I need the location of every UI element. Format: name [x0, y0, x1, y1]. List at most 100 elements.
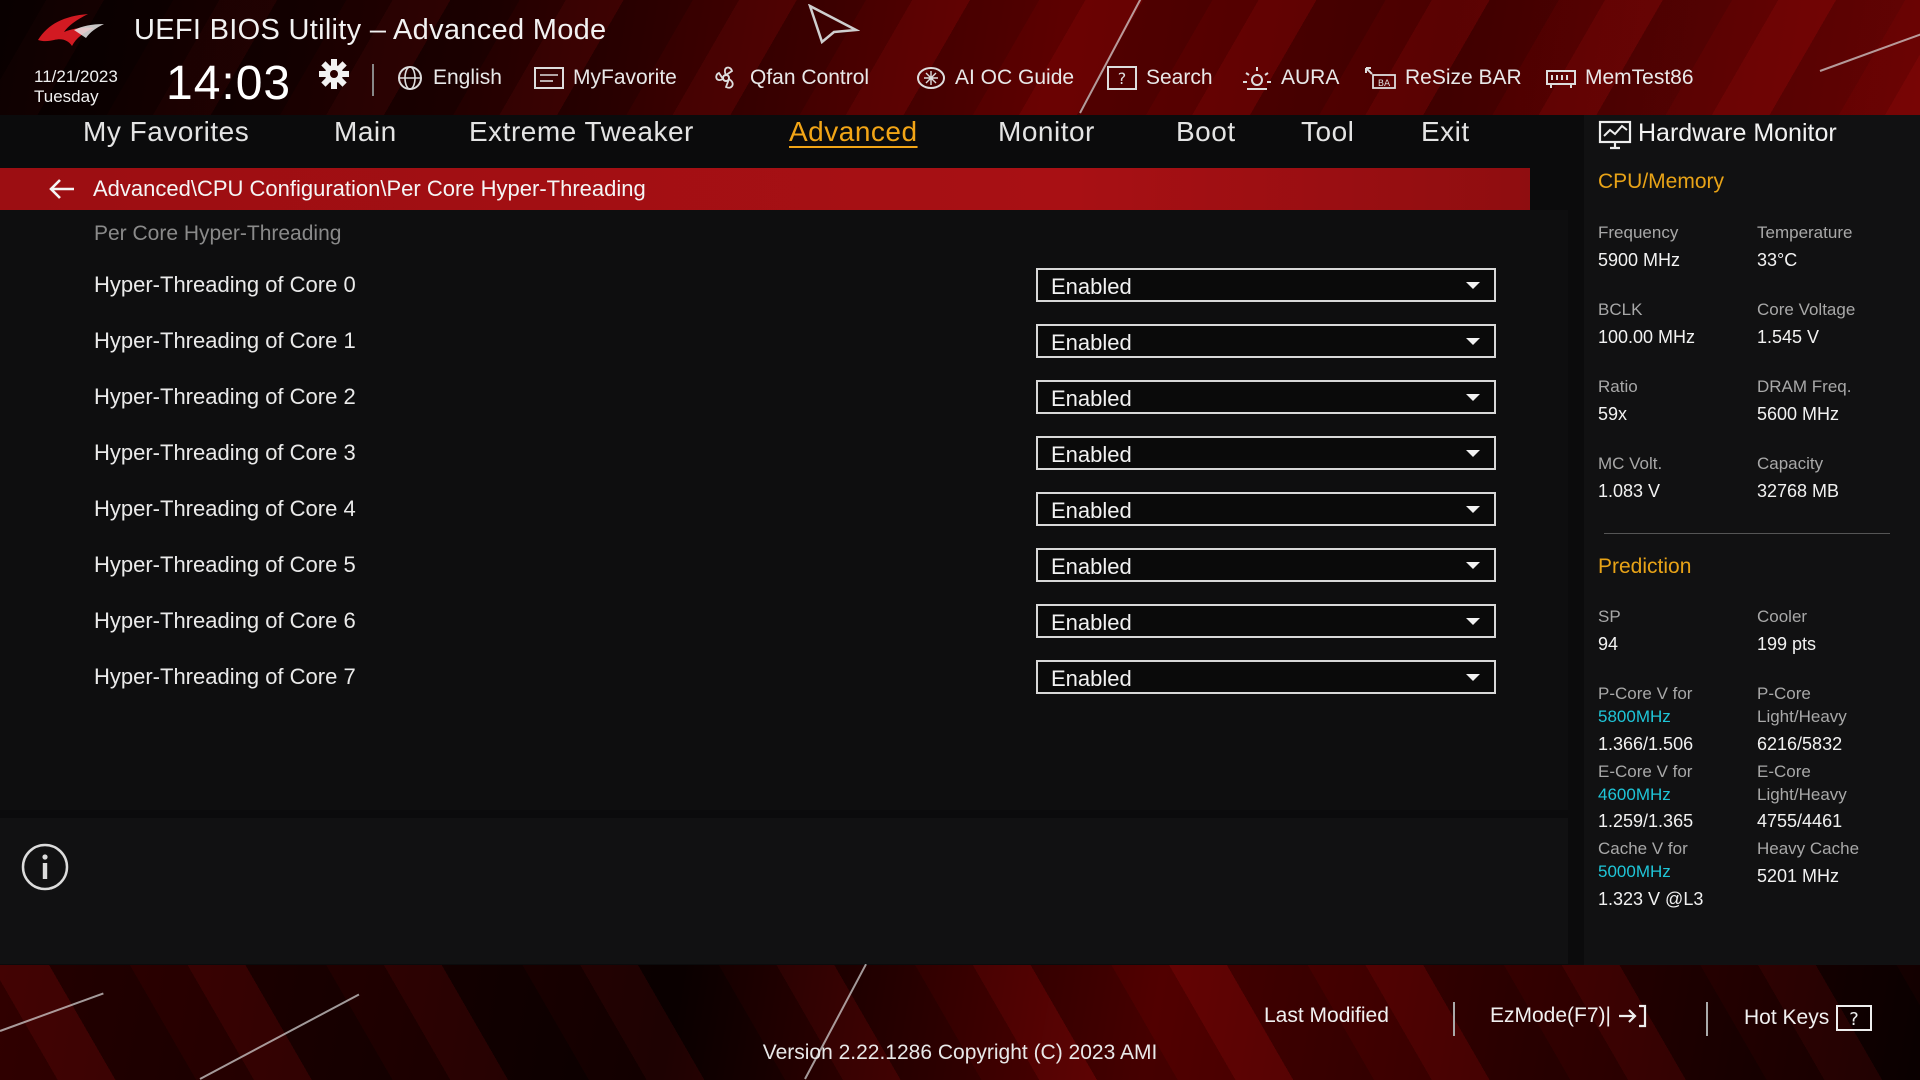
setting-label: Hyper-Threading of Core 1 [94, 328, 356, 353]
hw-label: MC Volt. [1598, 454, 1663, 473]
hyperthreading-core-1-select[interactable]: Enabled [1036, 324, 1496, 358]
hw-value: 1.545 V [1757, 327, 1820, 347]
breadcrumb: Advanced\CPU Configuration\Per Core Hype… [0, 168, 1530, 210]
cpu-memory-heading: CPU/Memory [1598, 170, 1725, 193]
hw-label: BCLK [1598, 300, 1643, 319]
rog-logo-icon [38, 14, 104, 46]
tab-advanced[interactable]: Advanced [789, 116, 918, 148]
caret-down-icon [1466, 674, 1480, 681]
hw-value: 5201 MHz [1757, 866, 1840, 886]
hyperthreading-core-0-select[interactable]: Enabled [1036, 268, 1496, 302]
favorite-icon [534, 67, 564, 89]
hyperthreading-core-4-select[interactable]: Enabled [1036, 492, 1496, 526]
caret-down-icon [1466, 450, 1480, 457]
hyperthreading-core-6-select[interactable]: Enabled [1036, 604, 1496, 638]
caret-down-icon [1466, 338, 1480, 345]
hw-label: DRAM Freq. [1757, 377, 1852, 396]
hw-value: 94 [1598, 634, 1619, 654]
toolbar-english[interactable]: English [395, 64, 502, 92]
setting-row: Hyper-Threading of Core 3 Enabled [0, 434, 1530, 480]
toolbar-myfavorite[interactable]: MyFavorite [533, 64, 677, 92]
setting-label: Hyper-Threading of Core 2 [94, 384, 356, 409]
search-help-icon: ? [1107, 66, 1137, 90]
help-panel [0, 818, 1568, 964]
svg-text:?: ? [1118, 69, 1127, 88]
select-value: Enabled [1051, 274, 1132, 299]
resize-bar-icon: BA [1365, 67, 1396, 89]
hw-value: 5900 MHz [1598, 250, 1681, 270]
hw-label: SP [1598, 607, 1621, 626]
info-icon [21, 843, 69, 891]
ezmode-button[interactable]: EzMode(F7)| [1490, 1004, 1647, 1028]
hw-value: 32768 MB [1757, 481, 1840, 501]
hw-divider [1604, 533, 1890, 534]
ai-chip-icon [917, 67, 945, 89]
toolbar-search[interactable]: ? Search [1106, 64, 1213, 92]
caret-down-icon [1466, 394, 1480, 401]
setting-label: Hyper-Threading of Core 3 [94, 440, 356, 465]
select-value: Enabled [1051, 442, 1132, 467]
app-title: UEFI BIOS Utility – Advanced Mode [134, 14, 607, 46]
hw-value: 1.323 V @L3 [1598, 889, 1704, 909]
hw-value: 1.083 V [1598, 481, 1661, 501]
toolbar-ai-oc-guide[interactable]: AI OC Guide [915, 64, 1074, 92]
tab-exit[interactable]: Exit [1421, 116, 1470, 148]
tab-tool[interactable]: Tool [1301, 116, 1354, 148]
tab-boot[interactable]: Boot [1176, 116, 1236, 148]
hw-value: 199 pts [1757, 634, 1817, 654]
hw-label: E-Core V for [1598, 762, 1693, 781]
help-key-icon: ? [1836, 1005, 1873, 1031]
prediction-heading: Prediction [1598, 555, 1692, 578]
toolbar-aura[interactable]: AURA [1241, 64, 1339, 92]
caret-down-icon [1466, 562, 1480, 569]
hw-label: Core Voltage [1757, 300, 1856, 319]
caret-down-icon [1466, 282, 1480, 289]
hw-label: Capacity [1757, 454, 1824, 473]
tab-monitor[interactable]: Monitor [998, 116, 1095, 148]
hw-label: Cache V for [1598, 839, 1688, 858]
breadcrumb-path: Advanced\CPU Configuration\Per Core Hype… [93, 176, 646, 201]
current-day: Tuesday [34, 87, 99, 106]
last-modified-button[interactable]: Last Modified [1264, 1004, 1389, 1028]
toolbar-label: AURA [1281, 66, 1340, 89]
gear-icon[interactable] [318, 58, 350, 90]
select-value: Enabled [1051, 554, 1132, 579]
setting-row: Hyper-Threading of Core 6 Enabled [0, 602, 1530, 648]
back-arrow-icon[interactable] [46, 176, 78, 202]
toolbar-label: AI OC Guide [955, 66, 1075, 89]
hw-freq-highlight: 5000MHz [1598, 862, 1671, 881]
hw-label: Ratio [1598, 377, 1638, 396]
hw-label: Temperature [1757, 223, 1853, 242]
hot-keys-button[interactable]: Hot Keys ? [1744, 1004, 1873, 1032]
footer-separator [1706, 1002, 1708, 1036]
setting-row: Hyper-Threading of Core 4 Enabled [0, 490, 1530, 536]
hyperthreading-core-2-select[interactable]: Enabled [1036, 380, 1496, 414]
tab-my-favorites[interactable]: My Favorites [83, 116, 249, 148]
toolbar-qfan-control[interactable]: Qfan Control [710, 64, 869, 92]
footer-separator [1453, 1002, 1455, 1036]
setting-row: Hyper-Threading of Core 7 Enabled [0, 658, 1530, 704]
memory-icon [1546, 70, 1576, 88]
toolbar-resize-bar[interactable]: BA ReSize BAR [1363, 64, 1522, 92]
setting-label: Hyper-Threading of Core 4 [94, 496, 356, 521]
tab-main[interactable]: Main [334, 116, 397, 148]
toolbar-label: ReSize BAR [1405, 66, 1522, 89]
tab-extreme-tweaker[interactable]: Extreme Tweaker [469, 116, 694, 148]
hyperthreading-core-7-select[interactable]: Enabled [1036, 660, 1496, 694]
hw-value: 4755/4461 [1757, 811, 1843, 831]
toolbar-memtest86[interactable]: MemTest86 [1545, 64, 1694, 92]
globe-icon [398, 66, 422, 90]
hyperthreading-core-5-select[interactable]: Enabled [1036, 548, 1496, 582]
hw-label: P-Core V for [1598, 684, 1693, 703]
toolbar-label: English [433, 66, 502, 89]
hyperthreading-core-3-select[interactable]: Enabled [1036, 436, 1496, 470]
svg-text:BA: BA [1378, 79, 1391, 89]
monitor-chart-icon [1598, 120, 1632, 150]
exit-arrow-icon [1619, 1004, 1647, 1028]
clock[interactable]: 14:03 [166, 56, 291, 111]
setting-label: Hyper-Threading of Core 0 [94, 272, 356, 297]
toolbar-label: MemTest86 [1585, 66, 1694, 89]
hw-value: 100.00 MHz [1598, 327, 1696, 347]
hardware-monitor-title: Hardware Monitor [1638, 119, 1837, 147]
hw-freq-highlight: 4600MHz [1598, 785, 1671, 804]
